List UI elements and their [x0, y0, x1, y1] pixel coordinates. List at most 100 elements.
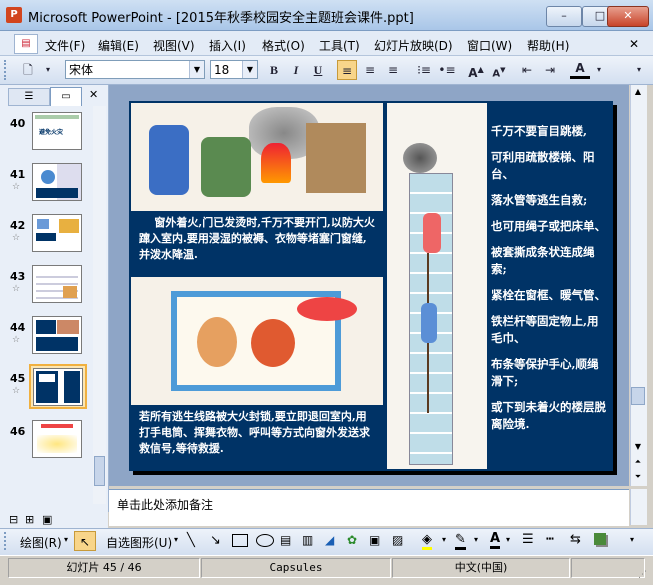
slide-canvas[interactable]: 窗外着火,门已发烫时,千万不要开门,以防大火蹿入室内.要用浸湿的被褥、衣物等堵塞…: [129, 101, 613, 471]
align-right-icon[interactable]: ≡: [383, 60, 403, 80]
animation-star-icon: ☆: [12, 386, 21, 396]
chevron-down-icon[interactable]: ▾: [474, 535, 478, 544]
menu-view[interactable]: 视图(V): [153, 37, 195, 54]
scrollbar-thumb[interactable]: [631, 387, 645, 405]
close-panel-button[interactable]: ✕: [89, 88, 98, 101]
chevron-down-icon[interactable]: ▼: [189, 61, 204, 78]
font-color-icon[interactable]: A: [490, 531, 501, 549]
chevron-down-icon[interactable]: ▾: [442, 535, 446, 544]
slide-thumbnail-41[interactable]: [32, 163, 82, 201]
scrollbar-thumb[interactable]: [94, 456, 105, 486]
font-size-select[interactable]: 18 ▼: [210, 60, 258, 79]
slides-tab[interactable]: ▭: [50, 87, 82, 106]
vertical-scrollbar[interactable]: [630, 85, 647, 486]
menu-help[interactable]: 帮助(H): [527, 37, 569, 54]
select-pointer-icon[interactable]: ↖: [74, 531, 96, 551]
textbox-tool-icon[interactable]: ▤: [280, 533, 291, 547]
line-tool-icon[interactable]: ╲: [187, 533, 195, 548]
notes-scrollbar[interactable]: [630, 489, 647, 525]
slide-thumbnail-45[interactable]: [33, 368, 83, 406]
slide-right-text[interactable]: 千万不要盲目跳楼, 可利用疏散楼梯、阳台、 落水管等逃生自救; 也可用绳子或把床…: [491, 123, 609, 433]
close-document-button[interactable]: ✕: [629, 37, 639, 51]
line-color-icon[interactable]: ✎: [455, 532, 466, 550]
toolbar-options-icon[interactable]: ▾: [38, 60, 58, 80]
italic-button[interactable]: I: [286, 60, 306, 80]
dash-style-icon[interactable]: ┅: [546, 532, 554, 547]
toolbar-grip[interactable]: [4, 532, 9, 550]
numbered-list-icon[interactable]: ⁝≡: [414, 60, 434, 80]
normal-view-icon[interactable]: ⊟: [9, 513, 18, 526]
draw-menu-button[interactable]: 绘图(R): [20, 534, 62, 551]
menu-edit[interactable]: 编辑(E): [98, 37, 139, 54]
language-status: 中文(中国): [392, 558, 570, 578]
scroll-down-arrow-icon[interactable]: ▼: [631, 440, 645, 454]
slide-caption-top[interactable]: 窗外着火,门已发烫时,千万不要开门,以防大火蹿入室内.要用浸湿的被褥、衣物等堵塞…: [133, 213, 381, 273]
bulleted-list-icon[interactable]: •≡: [437, 60, 457, 80]
previous-slide-icon[interactable]: ⏶: [631, 455, 645, 469]
fill-color-icon[interactable]: ◈: [422, 532, 432, 550]
toolbar-grip[interactable]: [4, 60, 9, 80]
bold-button[interactable]: B: [264, 60, 284, 80]
chevron-down-icon[interactable]: ▾: [589, 60, 609, 80]
slide-thumbnail-43[interactable]: [32, 265, 82, 303]
font-name-select[interactable]: 宋体 ▼: [65, 60, 205, 79]
increase-indent-icon[interactable]: ⇥: [540, 60, 560, 80]
minimize-button[interactable]: –: [546, 6, 582, 27]
slide-thumbnail-46[interactable]: [32, 420, 82, 458]
slide-caption-bottom[interactable]: 若所有逃生线路被大火封锁,要立即退回室内,用打手电筒、挥舞衣物、呼叫等方式向窗外…: [133, 407, 381, 467]
slide-position-status: 幻灯片 45 / 46: [8, 558, 200, 578]
chevron-down-icon[interactable]: ▾: [506, 535, 510, 544]
decrease-indent-icon[interactable]: ⇤: [517, 60, 537, 80]
notes-placeholder: 单击此处添加备注: [117, 498, 214, 512]
slide-sorter-view-icon[interactable]: ⊞: [25, 513, 34, 526]
menu-insert[interactable]: 插入(I): [209, 37, 246, 54]
slide-text-line: 可利用疏散楼梯、阳台、: [491, 150, 595, 181]
slide-number: 42: [10, 219, 26, 232]
menu-window[interactable]: 窗口(W): [467, 37, 512, 54]
chevron-down-icon[interactable]: ▾: [174, 535, 178, 544]
rectangle-tool-icon[interactable]: [232, 534, 248, 547]
underline-button[interactable]: U: [308, 60, 328, 80]
wordart-icon[interactable]: ◢: [325, 533, 334, 547]
font-color-button[interactable]: A: [570, 60, 590, 79]
toolbar-options-icon[interactable]: ▾: [630, 535, 634, 544]
powerpoint-app-icon[interactable]: P: [6, 7, 22, 23]
clipart-icon[interactable]: ▣: [369, 533, 380, 547]
increase-font-icon[interactable]: A▲: [466, 60, 486, 80]
align-center-icon[interactable]: ≡: [360, 60, 380, 80]
outline-tab[interactable]: ☰: [8, 88, 50, 106]
slide-text-line: 紧栓在窗框、暖气管、: [491, 288, 606, 302]
toolbar-options-icon[interactable]: ▾: [629, 60, 649, 80]
chevron-down-icon[interactable]: ▼: [242, 61, 257, 78]
slide-thumbnail-44[interactable]: [32, 316, 82, 354]
decrease-font-icon[interactable]: A▼: [489, 60, 509, 80]
arrow-tool-icon[interactable]: ↘: [210, 533, 221, 548]
slideshow-view-icon[interactable]: ▣: [42, 513, 52, 526]
document-icon[interactable]: ▤: [14, 34, 38, 54]
slide-number: 45: [10, 372, 26, 385]
resize-grip-icon[interactable]: ⋰: [638, 570, 647, 580]
menu-slideshow[interactable]: 幻灯片放映(D): [374, 37, 453, 54]
oval-tool-icon[interactable]: [256, 534, 274, 547]
slides-panel-scrollbar[interactable]: [93, 106, 106, 504]
next-slide-icon[interactable]: ⏷: [631, 470, 645, 484]
arrow-style-icon[interactable]: ⇆: [570, 532, 581, 547]
slide-thumbnail-40[interactable]: 避免火灾: [32, 112, 82, 150]
chevron-down-icon[interactable]: ▾: [64, 535, 68, 544]
align-left-icon[interactable]: ≡: [337, 60, 357, 80]
menu-format[interactable]: 格式(O): [262, 37, 305, 54]
menu-file[interactable]: 文件(F): [45, 37, 85, 54]
autoshapes-menu-button[interactable]: 自选图形(U): [106, 534, 172, 551]
vertical-textbox-tool-icon[interactable]: ▥: [302, 533, 313, 547]
insert-picture-icon[interactable]: ▨: [392, 533, 403, 547]
slide-text-line: 千万不要盲目跳楼,: [491, 124, 588, 138]
menu-tools[interactable]: 工具(T): [319, 37, 360, 54]
diagram-icon[interactable]: ✿: [347, 533, 357, 547]
close-window-button[interactable]: ✕: [607, 6, 649, 27]
notes-pane[interactable]: 单击此处添加备注: [109, 489, 629, 526]
line-style-icon[interactable]: ☰: [522, 532, 534, 547]
shadow-style-icon[interactable]: [594, 533, 606, 545]
new-document-icon[interactable]: 🗋: [18, 60, 38, 80]
slide-thumbnail-42[interactable]: [32, 214, 82, 252]
scroll-up-arrow-icon[interactable]: ▲: [631, 85, 645, 99]
